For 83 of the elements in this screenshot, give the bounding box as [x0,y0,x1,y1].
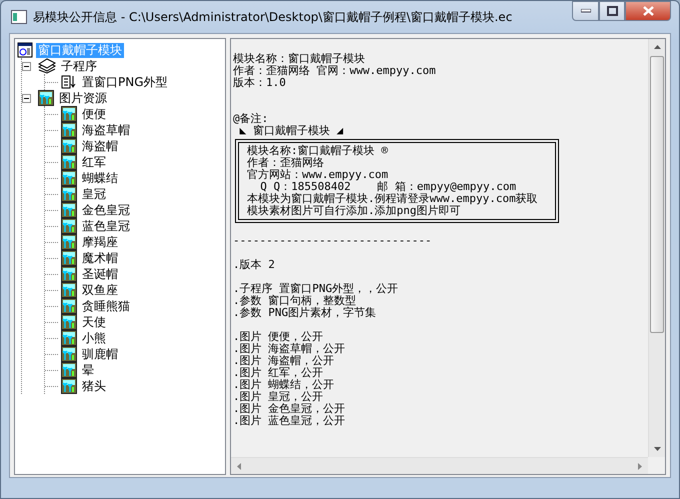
tree-item[interactable]: 蝴蝶结 [80,170,120,186]
text-line: 模块名称:窗口戴帽子模块 ® [247,145,389,157]
tree-item[interactable]: 天使 [80,314,108,330]
text-line: .版本 2 [233,259,276,271]
picture-icon [61,122,77,138]
tree-item[interactable]: 便便 [80,106,108,122]
picture-icon [61,266,77,282]
picture-icon [61,298,77,314]
scroll-down-icon [654,447,660,451]
picture-icon [61,362,77,378]
text-line: .图片 皇冠，公开 [233,391,324,403]
tree-item[interactable]: 蓝色皇冠 [80,218,132,234]
tree-item[interactable]: 小熊 [80,330,108,346]
minimize-button[interactable] [572,1,599,21]
text-line: 作者：歪猫网络 [247,157,325,169]
expander[interactable] [22,62,31,70]
text-line: .参数 PNG图片素材，字节集 [233,307,378,319]
picture-icon [61,250,77,266]
tree-item[interactable]: 摩羯座 [80,234,120,250]
picture-icon [61,106,77,122]
text-line: .图片 蝴蝶结，公开 [233,379,336,391]
text-line: .图片 海盗帽，公开 [233,355,336,367]
text-line: .图片 蓝色皇冠，公开 [233,415,346,427]
picture-icon [61,170,77,186]
tree-item[interactable]: 金色皇冠 [80,202,132,218]
tree-item[interactable]: 猪头 [80,378,108,394]
tree-item[interactable]: 双鱼座 [80,282,120,298]
tree-item[interactable]: 置窗口PNG外型 [80,74,170,90]
picture-icon [61,154,77,170]
tree-item[interactable]: 贪睡熊猫 [80,298,132,314]
document-arrow-icon [61,74,77,90]
maximize-button[interactable] [599,1,625,21]
tree-item[interactable]: 海盗帽 [80,138,120,154]
tree-item[interactable]: 红军 [80,154,108,170]
vertical-scrollbar[interactable] [648,39,665,457]
text-line: 作者：歪猫网络 官网：www.empyy.com [233,65,437,77]
tree-item[interactable]: 驯鹿帽 [80,346,120,362]
horizontal-scrollbar[interactable] [231,457,648,474]
picture-icon [61,314,77,330]
scroll-up-icon [654,45,660,49]
text-line: 模块名称：窗口戴帽子模块 [233,53,366,65]
text-line: .图片 海盗草帽，公开 [233,343,346,355]
text-line: @备注: [233,113,270,125]
maximize-icon [606,6,618,16]
picture-icon [38,90,54,106]
minimize-icon [580,9,590,13]
close-icon [642,6,654,16]
picture-icon [61,282,77,298]
tree-item[interactable]: 图片资源 [57,90,109,106]
tree-item[interactable]: 皇冠 [80,186,108,202]
text-line: .图片 便便，公开 [233,331,324,343]
tree-item[interactable]: 魔术帽 [80,250,120,266]
close-button[interactable] [625,1,671,21]
picture-icon [61,330,77,346]
picture-icon [61,378,77,394]
window-app-icon [11,10,27,24]
text-line: 版本：1.0 [233,77,287,89]
picture-icon [61,346,77,362]
expander[interactable] [22,94,31,102]
text-line: ------------------------------ [233,235,433,247]
scroll-left-icon [237,462,241,470]
scroll-thumb[interactable] [650,56,664,333]
picture-icon [61,186,77,202]
text-line: .图片 金色皇冠，公开 [233,403,346,415]
tree-item[interactable]: 子程序 [59,58,99,74]
text-line: 模块素材图片可自行添加.添加png图片即可 [247,205,460,217]
picture-icon [61,234,77,250]
scroll-right-icon [638,462,642,470]
text-line: 官方网站：www.empyy.com [247,169,390,181]
picture-icon [61,218,77,234]
tree-item[interactable]: 海盗草帽 [80,122,132,138]
text-line: .子程序 置窗口PNG外型，，公开 [233,283,400,295]
text-line: .参数 窗口句柄，整数型 [233,295,358,307]
text-line: 本模块为窗口戴帽子模块.例程请登录www.empyy.com获取 [247,193,539,205]
tree-item[interactable]: 晕 [80,362,96,378]
text-line: Q Q：185508402 邮 箱：empyy@empyy.com [259,181,518,193]
picture-icon [61,138,77,154]
picture-icon [61,202,77,218]
text-line: .图片 红军，公开 [233,367,324,379]
window-title: 易模块公开信息 - C:\Users\Administrator\Desktop\窗口戴帽子例程\窗口戴帽子模块.ec [33,8,512,26]
tree-item[interactable]: 圣诞帽 [80,266,120,282]
stacked-pages-icon [38,58,56,74]
text-line: ◣ 窗口戴帽子模块 ◢ [238,125,344,137]
